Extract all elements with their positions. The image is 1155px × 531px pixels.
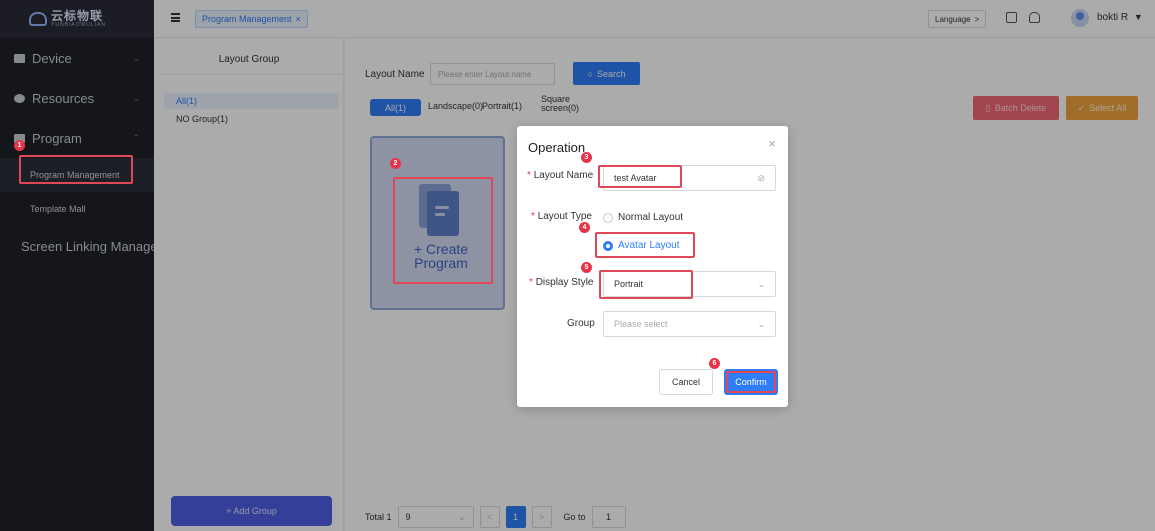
- label-text: Layout Type: [537, 211, 592, 222]
- step-badge-3: 3: [581, 152, 592, 163]
- step-badge-4: 4: [579, 222, 590, 233]
- layout-name-field-label: * Layout Name: [527, 170, 593, 181]
- highlight-confirm: [726, 371, 776, 393]
- group-field-label: Group: [567, 318, 595, 329]
- operation-dialog: Operation × * Layout Name test Avatar ⊘ …: [517, 126, 788, 407]
- dialog-title: Operation: [528, 140, 586, 155]
- highlight-program-management: [19, 155, 133, 184]
- cancel-button[interactable]: Cancel: [659, 369, 713, 395]
- step-badge-2: 2: [390, 158, 401, 169]
- required-mark: *: [529, 277, 533, 288]
- required-mark: *: [527, 170, 531, 181]
- highlight-avatar-layout: [595, 232, 695, 258]
- required-mark: *: [531, 211, 535, 222]
- group-placeholder: Please select: [614, 319, 668, 329]
- label-text: Layout Name: [533, 170, 594, 181]
- radio-label: Normal Layout: [618, 212, 684, 223]
- display-style-field-label: * Display Style: [529, 277, 594, 288]
- group-select[interactable]: Please select ⌄: [603, 311, 776, 337]
- radio-normal-layout[interactable]: Normal Layout: [603, 212, 683, 223]
- highlight-layout-name: [598, 165, 682, 188]
- highlight-display-style: [599, 270, 693, 299]
- radio-button[interactable]: [603, 212, 613, 223]
- layout-type-field-label: * Layout Type: [531, 211, 592, 222]
- close-icon[interactable]: ×: [768, 136, 776, 151]
- chevron-down-icon: ⌄: [757, 278, 765, 289]
- step-badge-5: 5: [581, 262, 592, 273]
- step-badge-6: 6: [709, 358, 720, 369]
- highlight-create-program: [393, 177, 493, 284]
- chevron-down-icon: ⌄: [757, 318, 765, 329]
- label-text: Display Style: [535, 277, 594, 288]
- clear-icon[interactable]: ⊘: [757, 173, 765, 184]
- step-badge-1: 1: [14, 140, 25, 151]
